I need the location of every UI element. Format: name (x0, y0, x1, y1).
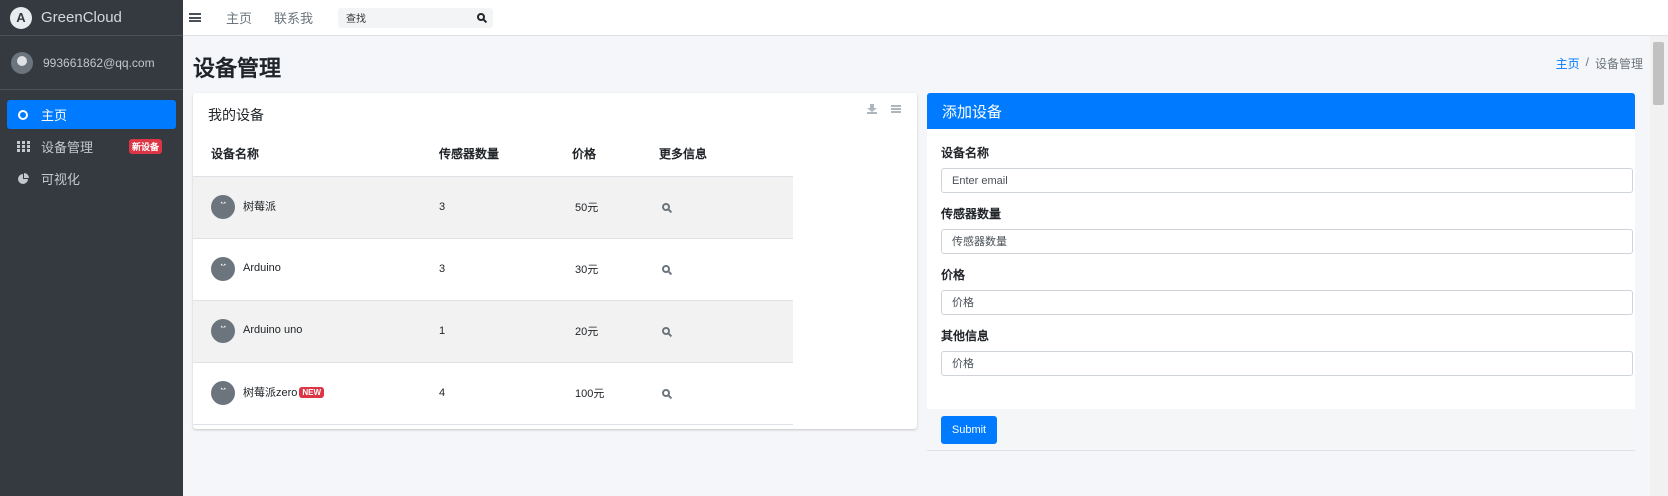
device-name-input[interactable] (941, 168, 1633, 193)
add-device-form: 设备名称 传感器数量 价格 其他信息 (927, 129, 1635, 409)
breadcrumb-separator: / (1585, 55, 1589, 69)
card-footer: Submit (927, 409, 1635, 451)
submit-button[interactable]: Submit (941, 416, 997, 444)
table-row: 树莓派zeroNEW 4 100元 (193, 361, 793, 425)
nav-link-home[interactable]: 主页 (226, 8, 252, 27)
sensor-count-label: 传感器数量 (941, 207, 1002, 221)
device-price: 100元 (572, 361, 659, 425)
user-panel[interactable]: 993661862@qq.com (0, 36, 183, 90)
sidebar-item-label: 设备管理 (41, 140, 94, 155)
card-header: 添加设备 (927, 93, 1635, 129)
column-header: 价格 (572, 146, 597, 161)
menu-toggle-icon[interactable] (189, 13, 201, 22)
column-header: 传感器数量 (439, 146, 500, 161)
price-input[interactable] (941, 290, 1633, 315)
sensor-count: 1 (439, 299, 572, 362)
sensor-count: 4 (439, 361, 572, 425)
search-form (338, 7, 494, 28)
card-title: 添加设备 (942, 103, 1003, 121)
breadcrumb-current: 设备管理 (1594, 57, 1643, 71)
device-price: 50元 (572, 175, 659, 238)
sidebar-item-visualization[interactable]: 可视化 (7, 164, 176, 193)
top-navbar: 主页 联系我 (183, 0, 1668, 36)
sidebar-item-label: 主页 (41, 108, 68, 123)
breadcrumb-home-link[interactable]: 主页 (1556, 55, 1580, 72)
other-info-input[interactable] (941, 351, 1633, 376)
sensor-count-input[interactable] (941, 229, 1633, 254)
table-row: Arduino uno 1 20元 (193, 299, 793, 362)
my-devices-card: 我的设备 设备名称 传感器数量 价格 更多信息 树莓派 3 50元 Arduin… (193, 93, 917, 429)
search-input[interactable] (346, 12, 467, 23)
sidebar-item-label: 可视化 (41, 172, 81, 187)
device-price: 20元 (572, 299, 659, 362)
sensor-count: 3 (439, 175, 572, 238)
nav-link-contact[interactable]: 联系我 (274, 8, 313, 27)
sensor-count: 3 (439, 237, 572, 300)
devices-table: 设备名称 传感器数量 价格 更多信息 树莓派 3 50元 Arduino 3 3… (193, 131, 793, 425)
search-icon[interactable] (662, 389, 670, 397)
scrollbar-thumb[interactable] (1653, 42, 1664, 105)
grid-icon (15, 141, 31, 152)
circle-icon (15, 109, 31, 120)
search-icon[interactable] (662, 203, 670, 211)
device-name: 树莓派 (243, 201, 276, 213)
other-info-label: 其他信息 (941, 329, 990, 343)
device-name: Arduino (243, 262, 281, 274)
pie-chart-icon (15, 172, 31, 185)
table-row: 树莓派 3 50元 (193, 175, 793, 238)
device-name-label: 设备名称 (941, 146, 990, 160)
search-icon[interactable] (662, 327, 670, 335)
price-label: 价格 (941, 268, 966, 282)
device-price: 30元 (572, 237, 659, 300)
column-header: 设备名称 (211, 146, 260, 161)
user-email: 993661862@qq.com (43, 55, 155, 70)
table-row: Arduino 3 30元 (193, 237, 793, 300)
bars-icon[interactable] (891, 105, 901, 113)
download-icon[interactable] (867, 104, 877, 114)
device-avatar (211, 319, 235, 343)
avatar (11, 51, 33, 74)
device-avatar (211, 381, 235, 405)
card-title: 我的设备 (208, 107, 264, 123)
device-name: 树莓派zero (243, 387, 298, 399)
brand-link[interactable]: A GreenCloud (0, 0, 183, 36)
breadcrumb: 主页 / 设备管理 (1556, 55, 1643, 72)
table-header-row: 设备名称 传感器数量 价格 更多信息 (193, 131, 793, 176)
add-device-card: 添加设备 设备名称 传感器数量 价格 其他信息 Submit (927, 93, 1635, 451)
search-button[interactable] (477, 12, 487, 23)
new-badge: NEW (299, 387, 325, 398)
device-avatar (211, 195, 235, 219)
page-title: 设备管理 (193, 56, 282, 81)
column-header: 更多信息 (659, 146, 708, 161)
device-name: Arduino uno (243, 324, 303, 336)
search-icon[interactable] (662, 265, 670, 273)
device-avatar (211, 257, 235, 281)
search-icon (477, 12, 486, 21)
card-tools (867, 104, 901, 114)
brand-logo-icon: A (10, 6, 32, 29)
scrollbar[interactable] (1650, 36, 1668, 496)
sidebar-nav: 主页 设备管理 新设备 可视化 (0, 90, 183, 193)
new-device-badge: 新设备 (129, 139, 163, 154)
sidebar: A GreenCloud 993661862@qq.com 主页 设备管理 新设… (0, 0, 183, 496)
sidebar-item-home[interactable]: 主页 (7, 100, 176, 129)
brand-name: GreenCloud (41, 9, 122, 26)
sidebar-item-device-management[interactable]: 设备管理 新设备 (7, 132, 176, 161)
